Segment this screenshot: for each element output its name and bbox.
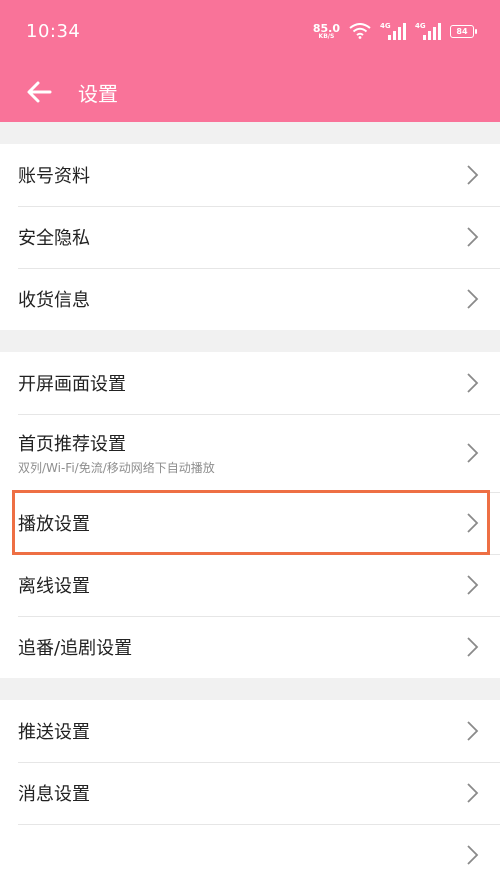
settings-group-notifications: 推送设置 消息设置 — [0, 700, 500, 886]
settings-item-label: 安全隐私 — [18, 228, 90, 249]
wifi-icon — [349, 23, 371, 39]
settings-group-playback: 开屏画面设置 首页推荐设置 双列/Wi-Fi/免流/移动网络下自动播放 播放设置… — [0, 352, 500, 678]
chevron-right-icon — [467, 289, 479, 309]
settings-item-label: 账号资料 — [18, 166, 90, 187]
chevron-right-icon — [467, 165, 479, 185]
network-speed-value: 85.0 — [312, 21, 340, 35]
chevron-right-icon — [467, 637, 479, 657]
signal-4g-icon-2: 4G — [415, 22, 441, 40]
settings-item-subtitle: 双列/Wi-Fi/免流/移动网络下自动播放 — [18, 461, 215, 475]
chevron-right-icon — [467, 373, 479, 393]
settings-item-messages[interactable]: 消息设置 — [0, 762, 500, 824]
back-button[interactable] — [0, 62, 78, 122]
settings-item-home-recommend[interactable]: 首页推荐设置 双列/Wi-Fi/免流/移动网络下自动播放 — [0, 414, 500, 492]
settings-item-push[interactable]: 推送设置 — [0, 700, 500, 762]
settings-item-splash-screen[interactable]: 开屏画面设置 — [0, 352, 500, 414]
status-bar: 10:34 85.0 KB/S 4G 4G 84 — [0, 0, 500, 62]
settings-item-label: 离线设置 — [18, 576, 90, 597]
chevron-right-icon — [467, 443, 479, 463]
signal-4g-icon: 4G — [380, 22, 406, 40]
app-header: 10:34 85.0 KB/S 4G 4G 84 设置 — [0, 0, 500, 122]
settings-item-security-privacy[interactable]: 安全隐私 — [0, 206, 500, 268]
settings-item-label: 播放设置 — [18, 514, 90, 535]
settings-item-label: 收货信息 — [18, 290, 90, 311]
chevron-right-icon — [467, 513, 479, 533]
battery-level: 84 — [456, 26, 468, 36]
chevron-right-icon — [467, 845, 479, 865]
chevron-right-icon — [467, 227, 479, 247]
battery-icon: 84 — [450, 24, 477, 38]
settings-item-label: 开屏画面设置 — [18, 374, 126, 395]
settings-item-account-profile[interactable]: 账号资料 — [0, 144, 500, 206]
settings-item-playback[interactable]: 播放设置 — [0, 492, 500, 554]
chevron-right-icon — [467, 783, 479, 803]
settings-item-shipping-info[interactable]: 收货信息 — [0, 268, 500, 330]
chevron-right-icon — [467, 575, 479, 595]
arrow-left-icon — [27, 81, 52, 103]
settings-item-label: 消息设置 — [18, 784, 90, 805]
settings-item-follow-series[interactable]: 追番/追剧设置 — [0, 616, 500, 678]
page-title: 设置 — [78, 81, 118, 106]
settings-item-partial[interactable] — [0, 824, 500, 886]
status-icons: 85.0 KB/S 4G 4G 84 — [313, 22, 477, 40]
settings-item-label: 首页推荐设置 — [18, 434, 126, 455]
status-time: 10:34 — [26, 20, 81, 42]
settings-item-label: 推送设置 — [18, 722, 90, 743]
chevron-right-icon — [467, 721, 479, 741]
settings-group-account: 账号资料 安全隐私 收货信息 — [0, 144, 500, 330]
network-speed: 85.0 KB/S — [313, 23, 340, 40]
settings-item-label: 追番/追剧设置 — [18, 638, 133, 659]
settings-item-offline[interactable]: 离线设置 — [0, 554, 500, 616]
network-speed-unit: KB/S — [318, 32, 335, 40]
toolbar: 设置 — [0, 62, 500, 122]
